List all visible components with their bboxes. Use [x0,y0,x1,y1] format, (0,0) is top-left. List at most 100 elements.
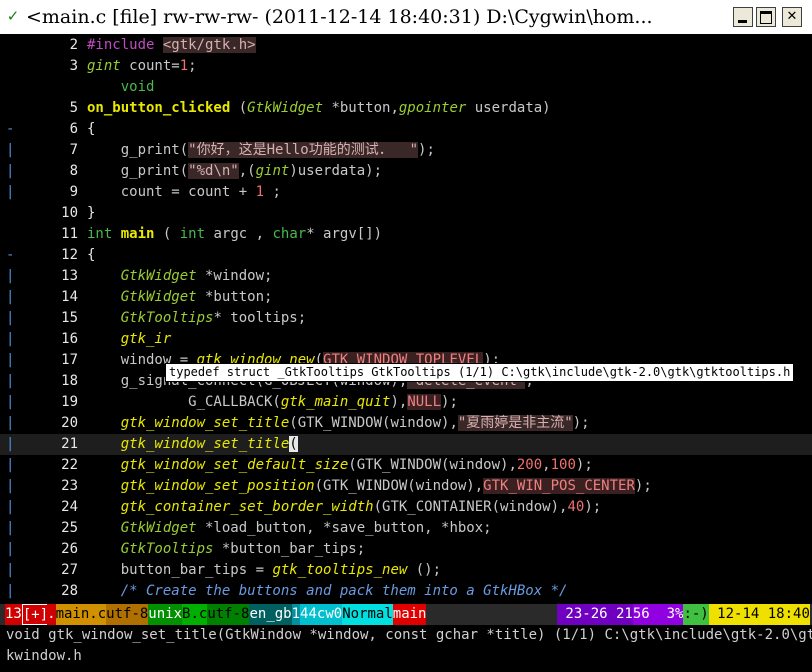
code-text: gtk_window_set_position(GTK_WINDOW(windo… [87,476,652,497]
line-number: 16 [61,331,78,347]
code-text: gtk_window_set_default_size(GTK_WINDOW(w… [87,455,593,476]
code-token: gtk_main_quit [280,394,391,410]
line-number: 17 [61,352,78,368]
code-line[interactable]: | 7 g_print("你好，这是Hello功能的测试． "); [0,140,812,161]
code-token: G_CALLBACK( [87,394,281,410]
status-segment: en_gb [249,604,292,625]
code-token: ; [188,58,197,74]
minimize-button[interactable] [733,7,753,27]
code-line[interactable]: | 27 button_bar_tips = gtk_tooltips_new (… [0,560,812,581]
line-number: 21 [61,436,78,452]
code-line[interactable]: | 8 g_print("%d\n",(gint)userdata); [0,161,812,182]
command-line-text-1: void gtk_window_set_title(GtkWindow *win… [6,627,812,643]
line-number: 12 [61,247,78,263]
code-token: button_bar_tips = [87,562,273,578]
code-line[interactable]: | 14 GtkWidget *button; [0,287,812,308]
code-line[interactable]: | 16 gtk_ir [0,329,812,350]
code-text: gtk_window_set_title( [87,434,298,455]
code-line[interactable]: 10} [0,203,812,224]
code-token: (); [407,562,442,578]
code-line[interactable]: | 9 count = count + 1 ; [0,182,812,203]
fold-marker: | [6,394,15,410]
fold-marker: | [6,583,15,599]
status-segment: main [392,604,427,625]
code-token: ; [264,184,281,200]
code-line[interactable]: | 24 gtk_container_set_border_width(GTK_C… [0,497,812,518]
code-line[interactable]: 5 on_button_clicked (GtkWidget *button,gp… [0,98,812,119]
code-token: ( [289,436,298,452]
code-token: gtk_tooltips_new [272,562,408,578]
code-token: ); [584,499,602,515]
code-token: { [87,121,96,137]
fold-marker: - [6,121,15,137]
code-token: * argv[]) [306,226,383,242]
fold-marker: | [6,520,15,536]
code-token: gtk_window_set_title [120,415,290,431]
code-token: { [87,247,96,263]
minimize-icon [738,20,747,23]
code-token: <gtk/gtk.h> [162,37,256,53]
code-token: ); [441,394,458,410]
code-line[interactable]: | 26 GtkTooltips *button_bar_tips; [0,539,812,560]
code-token: (GTK_CONTAINER(window), [373,499,568,515]
code-line[interactable]: void [0,77,812,98]
line-number: 15 [61,310,78,326]
code-text: gtk_ir [87,329,172,350]
status-segment: 13 [5,604,22,625]
maximize-button[interactable] [756,7,776,27]
window-title: <main.c [file] rw-rw-rw- (2011-12-14 18:… [26,6,653,28]
code-text: { [87,119,95,140]
code-line[interactable]: 11 int main ( int argc , char* argv[]) [0,224,812,245]
code-token: } [87,205,96,221]
code-token: GTK_WIN_POS_CENTER [483,478,635,494]
code-line[interactable]: | 25 GtkWidget *load_button, *save_button… [0,518,812,539]
status-segment: main.c [55,604,107,625]
fold-marker: - [6,247,15,263]
fold-marker: | [6,373,15,389]
vim-icon[interactable]: ✓ [4,7,22,25]
code-line[interactable]: | 23 gtk_window_set_position(GTK_WINDOW(w… [0,476,812,497]
editor-area[interactable]: 2 #include <gtk/gtk.h> 3 gint count=1; void… [0,34,812,604]
code-line[interactable]: - 6 { [0,119,812,140]
code-line[interactable]: - 12 { [0,245,812,266]
code-token: ); [634,478,652,494]
code-text: gtk_container_set_border_width(GTK_CONTA… [87,497,601,518]
code-token: *window; [196,268,273,284]
line-number: 14 [61,289,78,305]
code-line[interactable]: | 13 GtkWidget *window; [0,266,812,287]
code-token: 40 [567,499,585,515]
code-line[interactable]: | 28 /* Create the buttons and pack them … [0,581,812,602]
code-text: GtkWidget *button; [87,287,273,308]
code-line[interactable]: 2 #include <gtk/gtk.h> [0,35,812,56]
close-button[interactable]: ✕ [782,7,802,27]
code-line[interactable]: 3 gint count=1; [0,56,812,77]
code-token: , [542,457,551,473]
code-token: "夏雨婷是非主流" [457,415,573,431]
fold-marker: | [6,310,15,326]
code-line[interactable]: | 15 GtkTooltips* tooltips; [0,308,812,329]
code-token: *button; [196,289,273,305]
code-token: userdata) [466,100,551,116]
code-token: gint [87,58,121,74]
code-token: *button, [323,100,399,116]
code-text: void [87,77,155,98]
command-line[interactable]: void gtk_window_set_title(GtkWindow *win… [0,625,812,672]
code-line[interactable]: | 19 G_CALLBACK(gtk_main_quit),NULL); [0,392,812,413]
code-text: button_bar_tips = gtk_tooltips_new (); [87,560,441,581]
code-token: on_button_clicked [87,100,231,116]
code-token: ); [572,415,590,431]
code-token: *button_bar_tips; [213,541,366,557]
line-number: 23 [61,478,78,494]
code-line[interactable]: | 20 gtk_window_set_title(GTK_WINDOW(wind… [0,413,812,434]
line-number: 11 [61,226,78,242]
line-number: 24 [61,499,78,515]
fold-marker: | [6,268,15,284]
code-token: 200 [516,457,543,473]
code-line-current[interactable]: | 21 gtk_window_set_title( [0,434,812,455]
code-token: 100 [550,457,576,473]
code-line[interactable]: | 22 gtk_window_set_default_size(GTK_WIND… [0,455,812,476]
status-segment: unix [148,604,183,625]
